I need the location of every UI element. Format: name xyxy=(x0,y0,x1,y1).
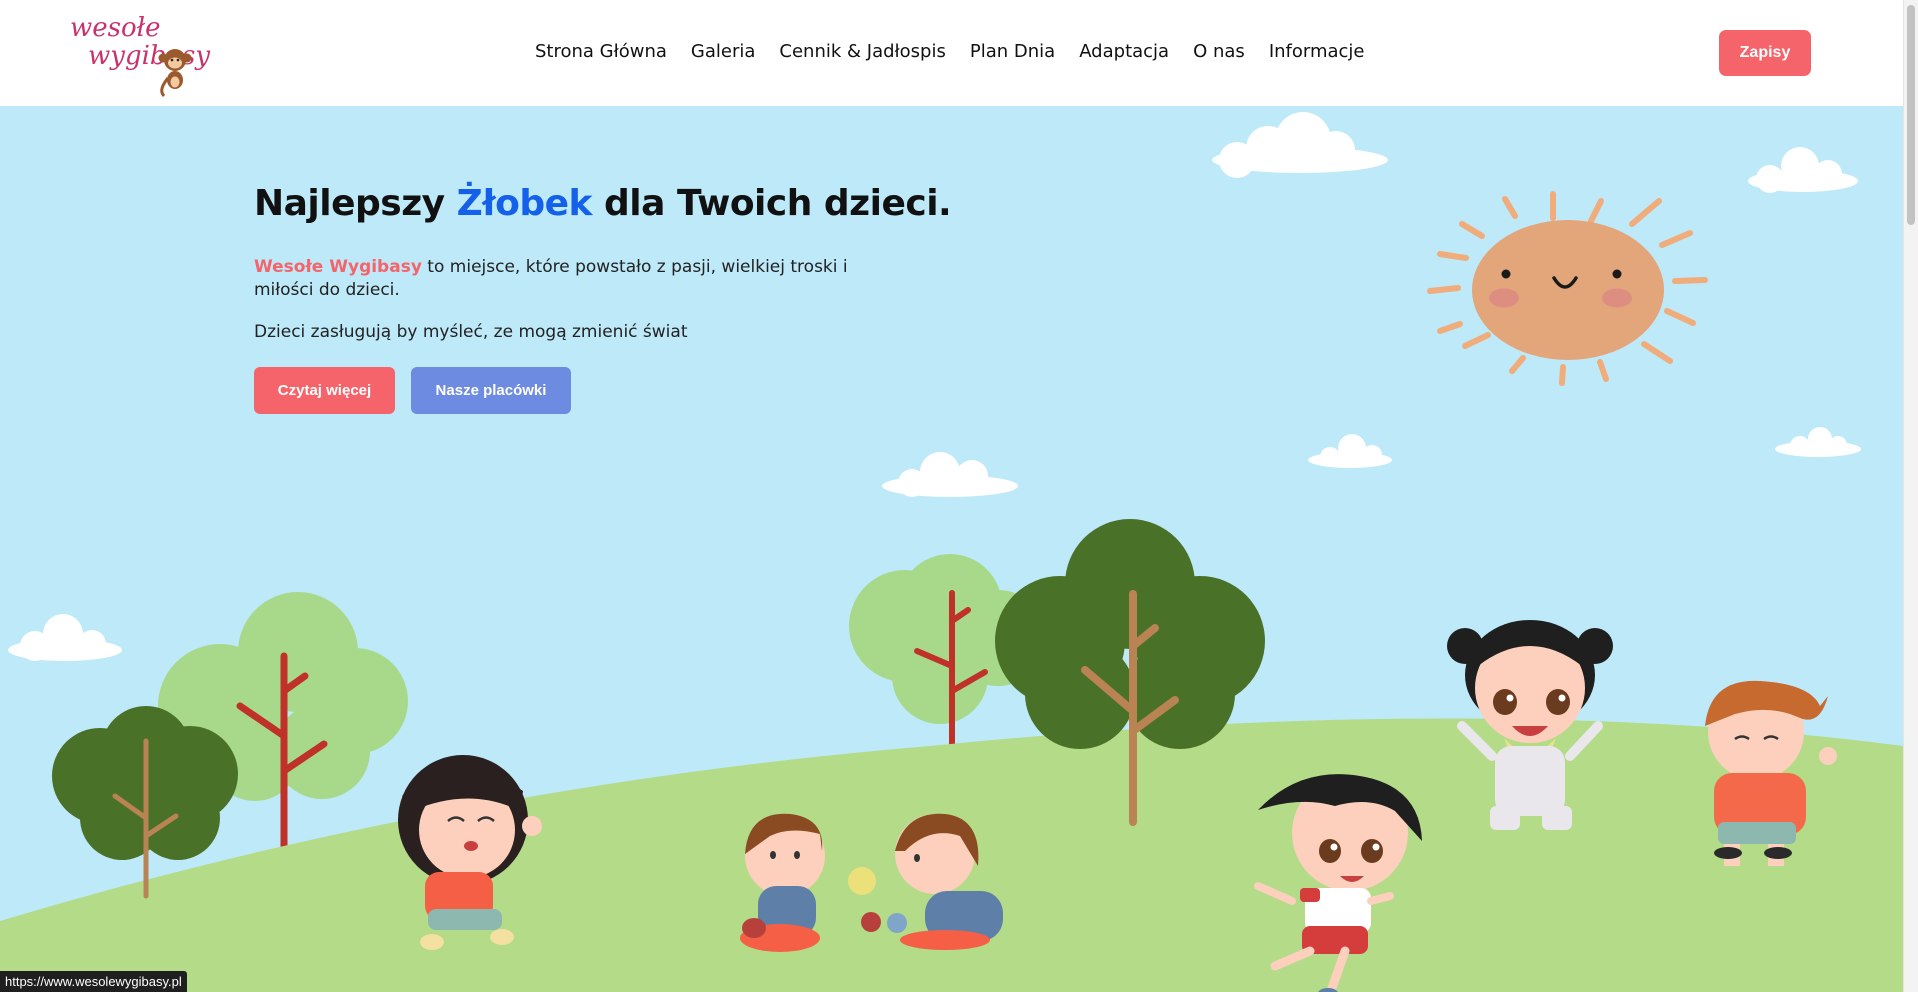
nav-gallery[interactable]: Galeria xyxy=(691,41,756,62)
cloud-icon xyxy=(8,614,122,661)
status-bar-url: https://www.wesolewygibasy.pl xyxy=(0,971,187,992)
site-header: wesołe wygibasy Strona Główna Galeria Ce… xyxy=(0,0,1903,106)
scrollbar-thumb[interactable] xyxy=(1907,5,1915,225)
cloud-icon xyxy=(1775,427,1861,457)
vertical-scrollbar[interactable] xyxy=(1903,0,1918,992)
monkey-icon xyxy=(158,49,192,98)
read-more-button[interactable]: Czytaj więcej xyxy=(254,367,395,414)
main-nav: Strona Główna Galeria Cennik & Jadłospis… xyxy=(535,41,1365,62)
headline-end: dla Twoich dzieci. xyxy=(592,183,952,224)
nav-information[interactable]: Informacje xyxy=(1269,41,1365,62)
nav-adaptation[interactable]: Adaptacja xyxy=(1079,41,1169,62)
cloud-icon xyxy=(882,452,1018,497)
nav-daily-plan[interactable]: Plan Dnia xyxy=(970,41,1055,62)
cloud-icon xyxy=(1308,434,1392,468)
our-locations-button[interactable]: Nasze placówki xyxy=(411,367,571,414)
sun-icon xyxy=(1427,191,1708,386)
cloud-icon xyxy=(1748,147,1858,193)
hero-description: Wesołe Wygibasy to miejsce, które powsta… xyxy=(254,256,904,302)
cloud-icon xyxy=(1212,112,1388,178)
nav-about[interactable]: O nas xyxy=(1193,41,1245,62)
signup-button[interactable]: Zapisy xyxy=(1719,30,1811,76)
hero-section: Najlepszy Żłobek dla Twoich dzieci. Weso… xyxy=(0,106,1903,992)
headline-accent: Żłobek xyxy=(456,183,593,224)
nav-pricing-menu[interactable]: Cennik & Jadłospis xyxy=(779,41,945,62)
nav-home[interactable]: Strona Główna xyxy=(535,41,667,62)
logo-line1: wesołe xyxy=(70,13,160,43)
hero-subtext: Dzieci zasługują by myśleć, ze mogą zmie… xyxy=(254,322,688,342)
logo-line2: wygibasy xyxy=(88,41,210,71)
brand-name: Wesołe Wygibasy xyxy=(254,257,422,277)
headline-start: Najlepszy xyxy=(254,183,457,224)
page-title: Najlepszy Żłobek dla Twoich dzieci. xyxy=(254,183,952,224)
hero-illustration xyxy=(0,112,1903,992)
logo[interactable]: wesołe wygibasy xyxy=(68,8,213,98)
